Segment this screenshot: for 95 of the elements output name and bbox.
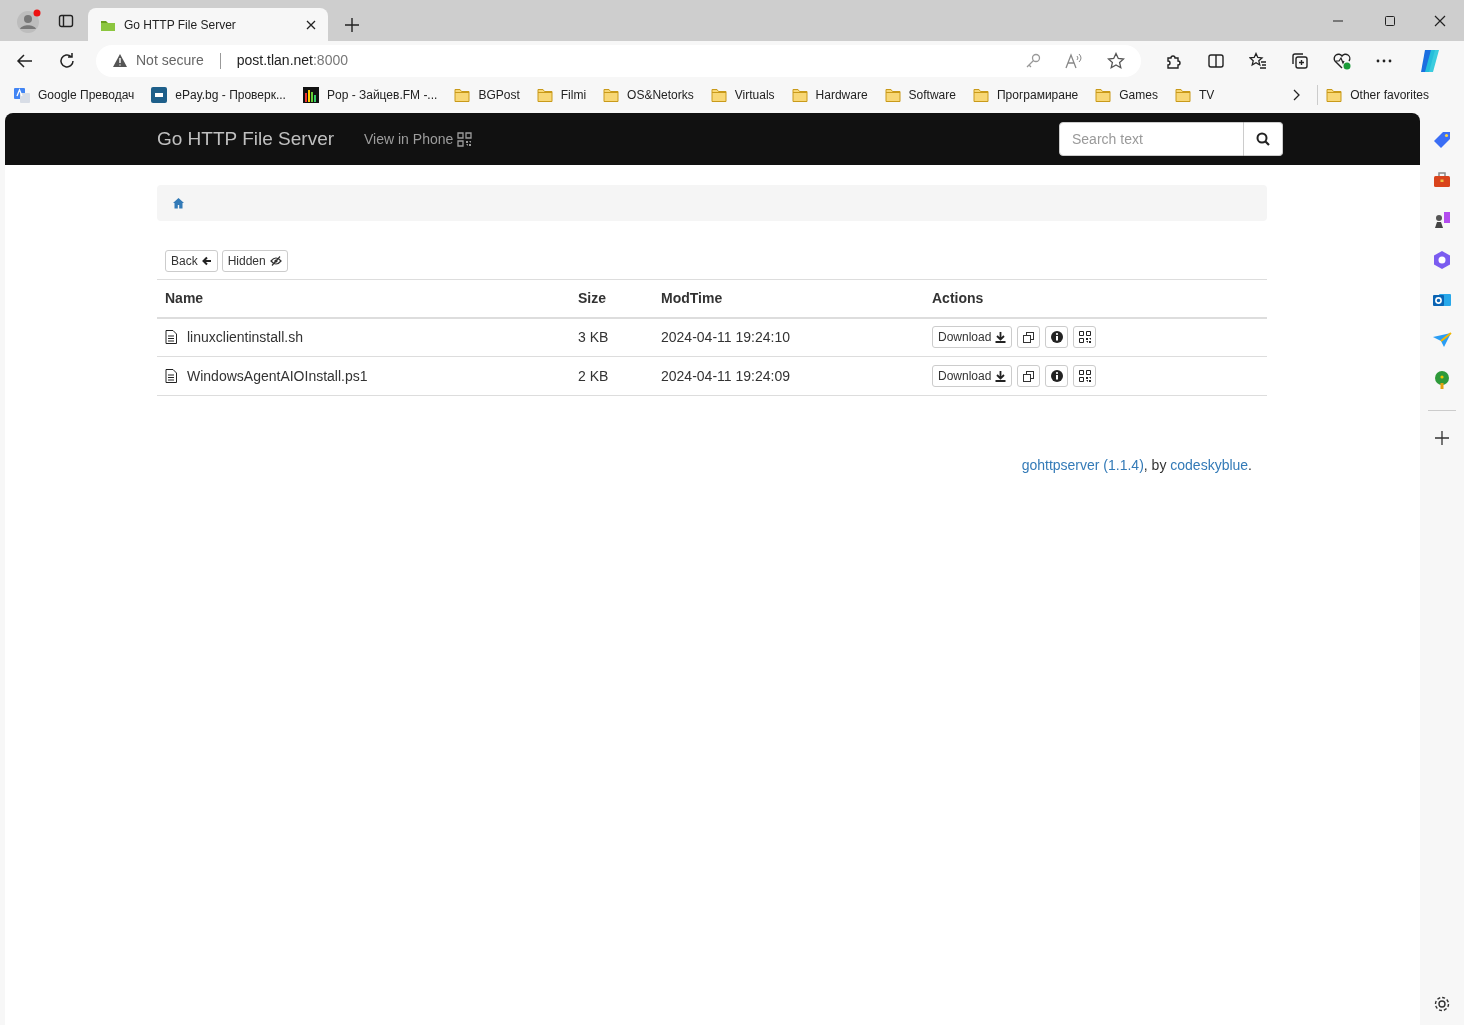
brand-link[interactable]: Go HTTP File Server [157,124,335,154]
other-favorites-link[interactable]: Other favorites [1326,86,1429,104]
search-icon [1256,132,1270,146]
security-status: Not secure [136,51,204,70]
copy-button[interactable] [1017,365,1041,387]
maximize-icon[interactable] [1384,14,1396,27]
info-icon [1050,331,1063,344]
back-icon[interactable] [16,51,34,70]
url-text: post.tlan.net:8000 [236,51,349,70]
equalizer-icon [302,87,319,103]
profile-icon[interactable] [16,7,42,34]
browser-tab[interactable]: Go HTTP File Server [88,8,328,41]
folder-icon [791,88,808,102]
collections-icon[interactable] [1291,51,1309,70]
bookmark-folder[interactable]: Software [884,86,956,104]
bookmark-link[interactable]: Google Преводач [14,86,135,104]
column-header: ModTime [653,279,924,318]
close-icon[interactable] [306,19,316,30]
tree-icon[interactable] [1432,370,1452,390]
bookmark-folder[interactable]: BGPost [454,86,520,104]
chevron-right-icon[interactable] [1291,89,1302,101]
qr-code-button[interactable] [1073,365,1097,387]
file-icon [165,369,177,383]
file-icon [165,330,177,345]
address-bar[interactable]: Not secure post.tlan.net:8000 [96,44,1141,77]
download-icon [995,370,1007,382]
copy-icon [1023,331,1035,343]
tab-actions-icon[interactable] [58,12,74,29]
info-button[interactable] [1045,326,1069,349]
key-icon [1025,52,1041,69]
column-header: Name [157,279,570,318]
close-icon[interactable] [1434,14,1446,27]
translate-icon [14,87,30,103]
search-button[interactable] [1244,122,1283,156]
back-button[interactable]: Back [165,250,218,272]
download-button[interactable]: Download [932,326,1013,349]
hidden-button[interactable]: Hidden [221,250,288,272]
qr-code-icon [457,131,473,147]
toolbox-icon[interactable] [1432,170,1452,190]
footer-credit: gohttpserver (1.1.4), by codeskyblue. [1020,456,1253,475]
folder-icon [603,88,620,102]
column-header: Size [570,279,653,318]
footer-link[interactable]: gohttpserver (1.1.4) [1021,457,1144,473]
favorites-icon[interactable] [1249,51,1267,70]
folder-icon [536,88,553,102]
eye-slash-icon [269,256,282,266]
qr-code-icon [1078,370,1091,382]
bookmark-link[interactable]: Pop - Зайцев.FM -... [302,86,438,104]
file-name-link[interactable]: linuxclientinstall.sh [187,326,303,348]
download-icon [995,331,1007,343]
search-field[interactable]: Search text [1059,122,1244,156]
settings-icon[interactable] [1433,995,1451,1013]
tab-title: Go HTTP File Server [124,16,237,34]
tag-icon[interactable] [1432,130,1452,150]
bookmark-folder[interactable]: TV [1174,86,1215,104]
folder-icon [972,88,989,102]
bookmark-link[interactable]: ePay.bg - Проверк... [151,86,286,104]
refresh-icon[interactable] [58,51,76,70]
star-icon[interactable] [1107,51,1125,70]
file-name-link[interactable]: WindowsAgentAIOInstall.ps1 [187,365,368,387]
qr-code-icon [1078,331,1091,344]
warning-icon [112,53,128,68]
chess-pieces-icon[interactable] [1432,210,1452,230]
view-in-phone-link[interactable]: View in Phone [364,128,473,150]
download-button[interactable]: Download [932,365,1013,387]
folder-icon [884,88,901,102]
qr-code-button[interactable] [1073,326,1097,349]
folder-icon [710,88,727,102]
bookmark-folder[interactable]: OS&Netorks [603,86,694,104]
copy-button[interactable] [1017,326,1041,349]
copy-icon [1023,370,1035,382]
modtime-cell: 2024-04-11 19:24:09 [653,356,924,396]
column-header: Actions [924,279,1267,318]
modtime-cell: 2024-04-11 19:24:10 [653,317,924,357]
bookmark-folder[interactable]: Filmi [536,86,587,104]
bookmark-folder[interactable]: Games [1095,86,1158,104]
folder-icon [1174,88,1191,102]
arrow-left-icon [201,256,212,266]
bookmark-folder[interactable]: Hardware [791,86,868,104]
new-tab-icon[interactable] [344,17,360,33]
home-icon[interactable] [172,197,185,209]
size-cell: 2 KB [570,356,653,396]
info-icon [1050,370,1063,382]
folder-icon [454,88,471,102]
add-icon[interactable] [1435,431,1449,445]
info-button[interactable] [1045,365,1069,387]
read-aloud-icon[interactable] [1065,52,1083,69]
bookmark-folder[interactable]: Програмиране [972,86,1079,104]
size-cell: 3 KB [570,317,653,357]
folder-icon [1095,88,1112,102]
bookmark-folder[interactable]: Virtuals [710,86,775,104]
split-screen-icon[interactable] [1207,51,1225,70]
footer-link[interactable]: codeskyblue [1170,457,1249,473]
folder-icon [1326,88,1343,102]
health-icon[interactable] [1333,51,1351,70]
